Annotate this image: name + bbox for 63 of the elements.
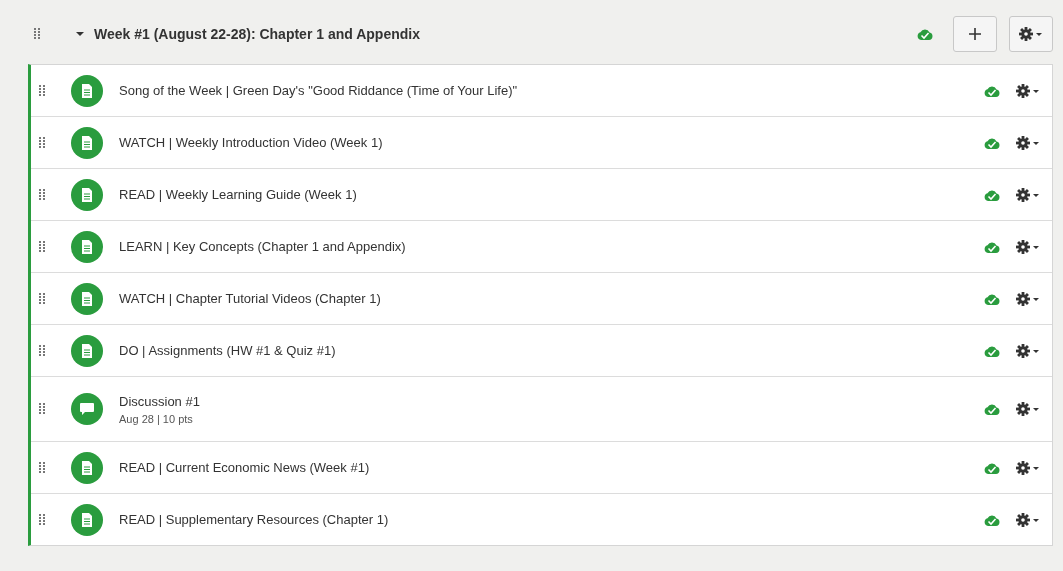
discussion-icon bbox=[71, 393, 103, 425]
published-check-icon[interactable] bbox=[984, 292, 1000, 305]
published-check-icon[interactable] bbox=[984, 344, 1000, 357]
page-icon bbox=[71, 451, 103, 484]
item-title-link[interactable]: WATCH | Weekly Introduction Video (Week 1) bbox=[119, 135, 383, 150]
item-settings-button[interactable] bbox=[1016, 187, 1040, 202]
drag-handle-icon[interactable] bbox=[39, 84, 45, 97]
published-check-icon[interactable] bbox=[984, 84, 1000, 97]
item-title-link[interactable]: LEARN | Key Concepts (Chapter 1 and Appendix) bbox=[119, 239, 406, 254]
item-title-link[interactable]: Song of the Week | Green Day's "Good Riddance (Time of Your Life)" bbox=[119, 83, 518, 98]
page-icon bbox=[71, 334, 103, 367]
item-settings-button[interactable] bbox=[1016, 83, 1040, 98]
item-settings-button[interactable] bbox=[1016, 402, 1040, 416]
item-settings-button[interactable] bbox=[1016, 239, 1040, 254]
published-check-icon[interactable] bbox=[984, 461, 1000, 474]
drag-handle-icon[interactable] bbox=[34, 28, 40, 40]
page-icon bbox=[71, 74, 103, 107]
drag-handle-icon[interactable] bbox=[39, 240, 45, 253]
drag-handle-icon[interactable] bbox=[39, 461, 45, 474]
page-icon bbox=[71, 282, 103, 315]
module-settings-button[interactable] bbox=[1009, 16, 1053, 52]
item-title-link[interactable]: READ | Current Economic News (Week #1) bbox=[119, 460, 370, 475]
add-item-button[interactable] bbox=[953, 16, 997, 52]
collapse-caret-icon[interactable] bbox=[76, 30, 84, 38]
settings-icon bbox=[1016, 402, 1040, 416]
plus-icon bbox=[969, 28, 981, 40]
settings-icon bbox=[1016, 187, 1040, 202]
page-icon bbox=[71, 126, 103, 159]
item-settings-button[interactable] bbox=[1016, 135, 1040, 150]
item-title-link[interactable]: READ | Weekly Learning Guide (Week 1) bbox=[119, 187, 357, 202]
page-icon bbox=[71, 230, 103, 263]
item-title-link[interactable]: WATCH | Chapter Tutorial Videos (Chapter 1) bbox=[119, 291, 381, 306]
published-check-icon[interactable] bbox=[984, 403, 1000, 415]
item-title-link[interactable]: READ | Supplementary Resources (Chapter 1) bbox=[119, 512, 389, 527]
module-title: Week #1 (August 22-28): Chapter 1 and Appendix bbox=[94, 26, 420, 42]
settings-icon bbox=[1019, 27, 1043, 41]
settings-icon bbox=[1016, 460, 1040, 475]
drag-handle-icon[interactable] bbox=[39, 136, 45, 149]
item-settings-button[interactable] bbox=[1016, 291, 1040, 306]
page-icon bbox=[71, 178, 103, 211]
published-check-icon[interactable] bbox=[984, 136, 1000, 149]
published-check-icon[interactable] bbox=[984, 240, 1000, 253]
item-details: Aug 28 | 10 pts bbox=[119, 412, 194, 425]
drag-handle-icon[interactable] bbox=[39, 513, 45, 526]
published-check-icon[interactable] bbox=[984, 188, 1000, 201]
drag-handle-icon[interactable] bbox=[39, 403, 45, 415]
published-check-icon[interactable] bbox=[984, 513, 1000, 526]
settings-icon bbox=[1016, 239, 1040, 254]
page-icon bbox=[71, 503, 103, 536]
settings-icon bbox=[1016, 83, 1040, 98]
item-title-link[interactable]: DO | Assignments (HW #1 & Quiz #1) bbox=[119, 343, 336, 358]
settings-icon bbox=[1016, 291, 1040, 306]
item-settings-button[interactable] bbox=[1016, 512, 1040, 527]
drag-handle-icon[interactable] bbox=[39, 292, 45, 305]
settings-icon bbox=[1016, 135, 1040, 150]
settings-icon bbox=[1016, 343, 1040, 358]
drag-handle-icon[interactable] bbox=[39, 188, 45, 201]
item-settings-button[interactable] bbox=[1016, 460, 1040, 475]
settings-icon bbox=[1016, 512, 1040, 527]
item-title-link[interactable]: Discussion #1 bbox=[119, 393, 200, 409]
drag-handle-icon[interactable] bbox=[39, 344, 45, 357]
published-check-icon[interactable] bbox=[917, 28, 933, 40]
item-settings-button[interactable] bbox=[1016, 343, 1040, 358]
